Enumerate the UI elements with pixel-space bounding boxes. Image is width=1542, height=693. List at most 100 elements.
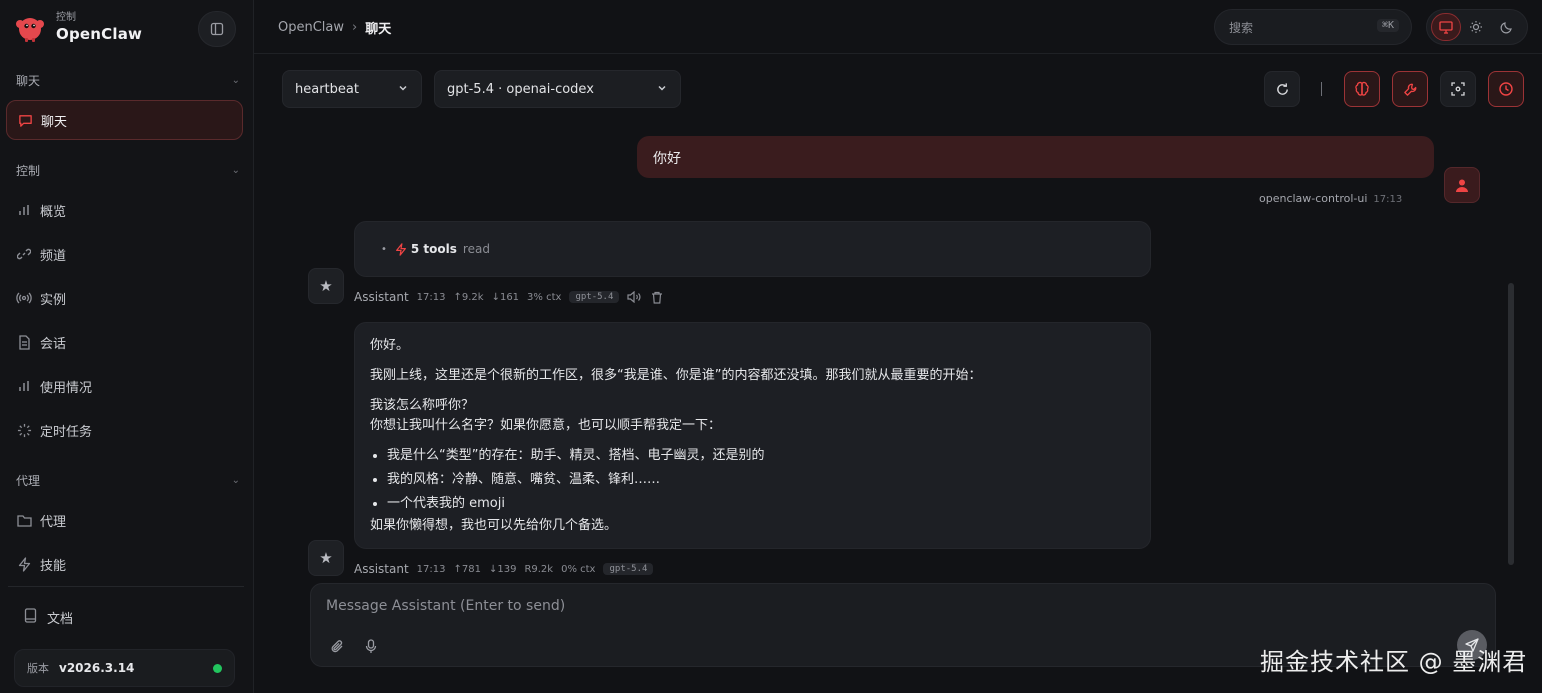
history-button[interactable] <box>1488 71 1524 107</box>
model-select[interactable]: gpt-5.4 · openai-codex <box>434 70 681 108</box>
session-select-value: heartbeat <box>295 81 359 97</box>
section-agents[interactable]: 代理 ⌄ <box>16 472 240 489</box>
list-item: 我的风格：冷静、随意、嘴贫、温柔、锋利…… <box>387 470 1135 490</box>
sidebar-item-agents[interactable]: 代理 <box>16 506 240 534</box>
sidebar-item-label: 定时任务 <box>40 424 93 440</box>
refresh-button[interactable] <box>1264 71 1300 107</box>
wrench-icon <box>1403 83 1416 96</box>
message-paragraph: 你想让我叫什么名字？如果你愿意，也可以顺手帮我定一下： <box>370 418 722 433</box>
tool-calls-summary[interactable]: • 5 tools read <box>381 242 490 256</box>
assistant-message-meta: Assistant 17:13 ↑781 ↓139 R9.2k 0% ctx g… <box>354 562 661 576</box>
composer-placeholder: Message Assistant (Enter to send) <box>326 598 566 614</box>
focus-icon <box>1451 82 1465 96</box>
tools-toggle-button[interactable] <box>1392 71 1428 107</box>
message-paragraph: 我刚上线，这里还是个很新的工作区，很多“我是谁、你是谁”的内容都还没填。那我们就… <box>370 368 982 383</box>
docs-link[interactable]: 文档 <box>24 608 73 627</box>
sidebar-item-sessions[interactable]: 会话 <box>16 328 240 356</box>
book-icon <box>24 608 37 627</box>
version-label: 版本 <box>27 662 49 675</box>
sidebar: 控制 OpenClaw 聊天 ⌄ 聊天 控制 ⌄ 概览 频道 实例 会话 使用情… <box>0 0 254 693</box>
sidebar-item-label: 技能 <box>40 558 67 574</box>
user-message-text: 你好 <box>653 151 681 167</box>
session-select[interactable]: heartbeat <box>282 70 422 108</box>
chevron-down-icon: ⌄ <box>231 165 240 176</box>
section-chat[interactable]: 聊天 ⌄ <box>16 72 240 89</box>
voice-input-button[interactable] <box>361 636 381 656</box>
tokens-out: ↓139 <box>488 563 517 575</box>
bar-chart-icon <box>16 378 32 394</box>
theme-dark-button[interactable] <box>1491 13 1521 41</box>
sidebar-item-label: 会话 <box>40 336 67 352</box>
toolbar-divider <box>1321 82 1322 96</box>
list-item: 一个代表我的 emoji <box>387 494 1135 514</box>
sidebar-item-cron[interactable]: 定时任务 <box>16 416 240 444</box>
tokens-out: ↓161 <box>491 291 520 303</box>
sidebar-item-usage[interactable]: 使用情况 <box>16 372 240 400</box>
message-paragraph: 如果你懒得想，我也可以先给你几个备选。 <box>370 518 618 533</box>
search-input[interactable]: 搜索 ⌘K <box>1214 9 1412 45</box>
brand-subtitle: 控制 <box>56 12 76 23</box>
user-message-meta: openclaw-control-ui 17:13 <box>1259 192 1402 205</box>
breadcrumb: OpenClaw › 聊天 <box>278 18 391 37</box>
search-shortcut: ⌘K <box>1376 19 1399 32</box>
attach-button[interactable] <box>327 636 347 656</box>
focus-mode-button[interactable] <box>1440 71 1476 107</box>
model-chip: gpt-5.4 <box>603 563 654 575</box>
list-item: 我是什么“类型”的存在：助手、精灵、搭档、电子幽灵，还是别的 <box>387 446 1135 466</box>
section-control[interactable]: 控制 ⌄ <box>16 162 240 179</box>
zap-icon <box>16 556 32 572</box>
docs-label: 文档 <box>47 612 74 627</box>
sidebar-item-skills[interactable]: 技能 <box>16 550 240 578</box>
status-dot <box>213 664 222 673</box>
context-usage: 0% ctx <box>561 563 596 575</box>
message-paragraph: 你好。 <box>370 338 410 353</box>
message-sender: Assistant <box>354 290 409 304</box>
message-time: 17:13 <box>416 563 446 575</box>
assistant-avatar: ★ <box>308 540 344 576</box>
version-value: v2026.3.14 <box>59 661 135 675</box>
sidebar-collapse-button[interactable] <box>198 11 236 47</box>
message-paragraph: 我该怎么称呼你？ <box>370 398 475 413</box>
user-avatar <box>1444 167 1480 203</box>
link-icon <box>16 246 32 262</box>
refresh-icon <box>1276 82 1288 95</box>
sun-icon <box>1470 21 1482 33</box>
user-message-bubble: 你好 <box>637 136 1434 178</box>
sidebar-item-chat[interactable]: 聊天 <box>6 100 243 140</box>
microphone-icon <box>365 638 377 653</box>
assistant-message-meta: Assistant 17:13 ↑9.2k ↓161 3% ctx gpt-5.… <box>354 290 663 304</box>
trash-icon[interactable] <box>651 291 663 304</box>
chevron-right-icon: › <box>352 20 358 35</box>
brand[interactable]: 控制 OpenClaw <box>14 12 142 44</box>
chevron-down-icon: ⌄ <box>231 75 240 86</box>
breadcrumb-root[interactable]: OpenClaw <box>278 20 344 35</box>
assistant-message-content: 你好。 我刚上线，这里还是个很新的工作区，很多“我是谁、你是谁”的内容都还没填。… <box>355 323 1150 549</box>
sidebar-item-overview[interactable]: 概览 <box>16 196 240 224</box>
context-usage: 3% ctx <box>527 291 562 303</box>
sidebar-toggle-icon <box>210 22 224 36</box>
user-icon <box>1456 179 1468 192</box>
watermark: 掘金技术社区 @ 墨渊君 <box>1260 648 1528 676</box>
star-icon: ★ <box>319 549 333 567</box>
loader-icon <box>16 422 32 438</box>
thinking-toggle-button[interactable] <box>1344 71 1380 107</box>
sidebar-item-channels[interactable]: 频道 <box>16 240 240 268</box>
chevron-down-icon: ⌄ <box>231 475 240 486</box>
section-label: 聊天 <box>16 74 41 88</box>
moon-icon <box>1500 21 1512 33</box>
file-icon <box>16 334 32 350</box>
tool-calls-bubble[interactable]: • 5 tools read <box>354 221 1151 277</box>
sidebar-item-label: 概览 <box>40 204 67 220</box>
theme-light-button[interactable] <box>1461 13 1491 41</box>
message-list: 我是什么“类型”的存在：助手、精灵、搭档、电子幽灵，还是别的 我的风格：冷静、随… <box>387 446 1135 514</box>
topbar: OpenClaw › 聊天 搜索 ⌘K <box>254 0 1542 54</box>
speaker-icon[interactable] <box>627 291 641 303</box>
sidebar-item-instances[interactable]: 实例 <box>16 284 240 312</box>
tokens-in: ↑9.2k <box>453 291 484 303</box>
chevron-down-icon <box>658 85 666 91</box>
message-time: 17:13 <box>1373 194 1403 205</box>
sidebar-item-label: 代理 <box>40 514 67 530</box>
chat-scrollbar[interactable] <box>1508 283 1514 565</box>
assistant-avatar: ★ <box>308 268 344 304</box>
theme-system-button[interactable] <box>1431 13 1461 41</box>
